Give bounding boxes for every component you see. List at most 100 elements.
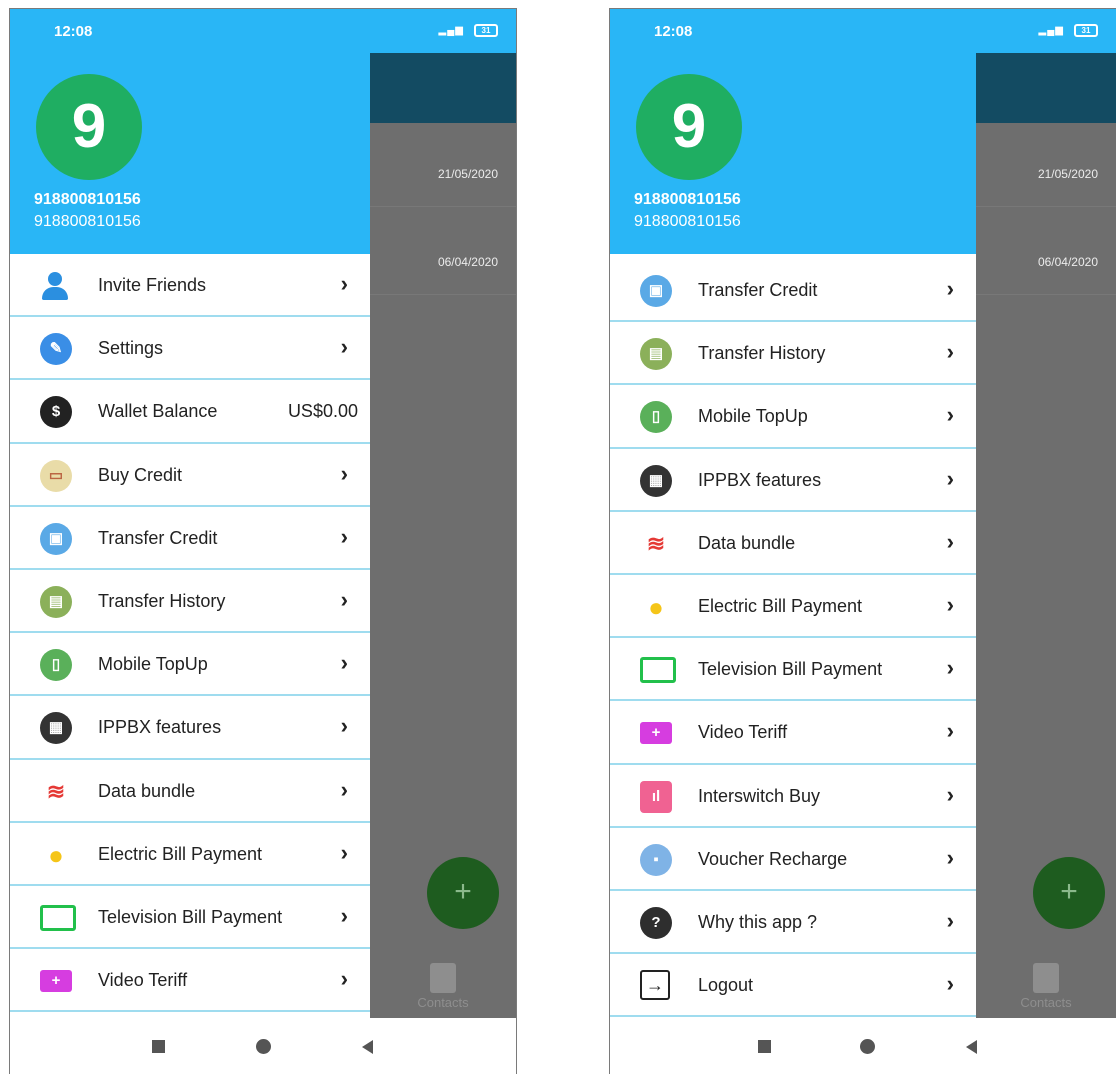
background-app: 21/05/2020 06/04/2020 + Contacts [976, 53, 1116, 1018]
chevron-right-icon: › [946, 718, 954, 744]
history-row[interactable]: 21/05/2020 [976, 123, 1116, 207]
app-toolbar [370, 53, 516, 123]
menu-item-ippbx-features[interactable]: ▦ IPPBX features › [10, 696, 370, 760]
menu-item-television-bill-payment[interactable]: Television Bill Payment › [10, 885, 370, 950]
menu-item-label: IPPBX features [98, 717, 222, 738]
signal-icon: ▂▄▆ [438, 25, 464, 36]
chevron-right-icon: › [340, 776, 348, 802]
chevron-right-icon: › [340, 586, 348, 612]
menu-item-data-bundle[interactable]: ≋ Data bundle › [610, 511, 976, 575]
menu-item-television-bill-payment[interactable]: Television Bill Payment › [610, 638, 976, 702]
menu-item-label: IPPBX features [698, 469, 822, 490]
menu-item-label: Logout [698, 975, 754, 996]
background-app: 21/05/2020 06/04/2020 + Contacts [370, 53, 516, 1018]
dollar-badge-icon: $ [40, 396, 72, 429]
mobile-topup-icon: ▯ [640, 401, 672, 434]
chevron-right-icon: › [340, 650, 348, 676]
chevron-right-icon: › [946, 339, 954, 365]
bar-chart-icon: ıl [640, 780, 672, 813]
menu-item-transfer-history[interactable]: ▤ Transfer History › [10, 569, 370, 634]
chevron-right-icon: › [340, 902, 348, 928]
back-button[interactable] [362, 1040, 373, 1054]
system-nav-bar [10, 1018, 516, 1074]
add-fab-button[interactable]: + [427, 857, 499, 929]
menu-item-label: Why this app ? [698, 911, 818, 932]
chevron-right-icon: › [340, 271, 348, 296]
chevron-right-icon: › [340, 523, 348, 549]
menu-item-label: Interswitch Buy [698, 785, 821, 806]
wifi-signal-icon: ≋ [646, 530, 666, 556]
question-icon: ? [640, 906, 672, 939]
add-user-icon [40, 270, 72, 302]
drawer-header: 9 918800810156 918800810156 [610, 53, 976, 254]
transfer-credit-icon: ▣ [640, 275, 672, 307]
contacts-icon [1033, 963, 1059, 993]
history-row[interactable]: 06/04/2020 [976, 211, 1116, 295]
credit-card-icon: ▭ [40, 459, 72, 492]
menu-item-label: Video Teriff [98, 970, 188, 991]
menu-item-label: Transfer History [698, 343, 826, 364]
contacts-tab[interactable]: Contacts [976, 963, 1116, 1010]
menu-item-label: Invite Friends [98, 275, 207, 295]
signal-icon: ▂▄▆ [1038, 25, 1064, 36]
menu-item-video-teriff[interactable]: + Video Teriff › [610, 701, 976, 765]
menu-item-wallet-balance[interactable]: $ Wallet Balance US$0.00 [10, 380, 370, 444]
menu-item-video-teriff[interactable]: + Video Teriff › [10, 949, 370, 1013]
app-toolbar [976, 53, 1116, 123]
battery-icon: 31 [1074, 24, 1098, 37]
menu-item-logout[interactable]: → Logout › [610, 954, 976, 1018]
menu-item-transfer-history[interactable]: ▤ Transfer History › [610, 322, 976, 386]
video-camera-icon: + [40, 970, 72, 993]
menu-item-interswitch-buy[interactable]: ıl Interswitch Buy › [610, 764, 976, 828]
menu-item-label: Data bundle [98, 780, 196, 801]
menu-item-label: Settings [98, 338, 164, 359]
phone-screen-right: 12:08 ▂▄▆ 31 21/05/2020 06/04/2020 + Con… [609, 8, 1116, 1074]
light-bulb-icon: ● [648, 591, 664, 622]
chevron-right-icon: › [946, 655, 954, 681]
recent-apps-button[interactable] [152, 1040, 165, 1053]
history-row[interactable]: 06/04/2020 [370, 211, 516, 295]
transfer-history-icon: ▤ [40, 585, 72, 618]
contacts-icon [430, 963, 456, 993]
menu-item-label: Transfer Credit [98, 527, 218, 548]
add-fab-button[interactable]: + [1033, 857, 1105, 929]
menu-item-data-bundle[interactable]: ≋ Data bundle › [10, 759, 370, 823]
menu-item-label: Buy Credit [98, 464, 183, 485]
drawer-menu: ▣ Transfer Credit › ▤ Transfer History ›… [610, 259, 976, 1018]
contacts-tab[interactable]: Contacts [370, 963, 516, 1010]
video-camera-icon: + [640, 722, 672, 745]
menu-item-transfer-credit[interactable]: ▣ Transfer Credit › [10, 506, 370, 570]
drawer-menu: Invite Friends › ✎ Settings › $ Wallet B… [10, 254, 370, 1013]
menu-item-electric-bill-payment[interactable]: ● Electric Bill Payment › [10, 822, 370, 886]
menu-item-ippbx-features[interactable]: ▦ IPPBX features › [610, 448, 976, 512]
menu-item-voucher-recharge[interactable]: ▪ Voucher Recharge › [610, 827, 976, 891]
menu-item-transfer-credit[interactable]: ▣ Transfer Credit › [610, 259, 976, 323]
menu-item-label: Television Bill Payment [698, 659, 883, 680]
menu-item-invite-friends[interactable]: Invite Friends › [10, 254, 370, 318]
avatar[interactable]: 9 [636, 74, 742, 180]
chevron-right-icon: › [946, 465, 954, 491]
keypad-icon: ▦ [640, 464, 672, 497]
menu-item-electric-bill-payment[interactable]: ● Electric Bill Payment › [610, 574, 976, 639]
home-button[interactable] [860, 1039, 875, 1054]
mobile-topup-icon: ▯ [40, 649, 72, 682]
television-icon [40, 904, 76, 931]
recent-apps-button[interactable] [758, 1040, 771, 1053]
transfer-credit-icon: ▣ [40, 522, 72, 555]
menu-item-why-this-app[interactable]: ? Why this app ? › [610, 890, 976, 955]
battery-icon: 31 [474, 24, 498, 37]
chevron-right-icon: › [946, 528, 954, 554]
menu-item-mobile-topup[interactable]: ▯ Mobile TopUp › [10, 633, 370, 697]
user-name: 918800810156 [634, 191, 741, 208]
menu-item-label: Transfer History [98, 590, 226, 611]
avatar[interactable]: 9 [36, 74, 142, 180]
menu-item-label: Mobile TopUp [698, 406, 808, 427]
chevron-right-icon: › [946, 971, 954, 997]
history-row[interactable]: 21/05/2020 [370, 123, 516, 207]
menu-item-mobile-topup[interactable]: ▯ Mobile TopUp › [610, 385, 976, 449]
menu-item-settings[interactable]: ✎ Settings › [10, 317, 370, 381]
menu-item-buy-credit[interactable]: ▭ Buy Credit › [10, 443, 370, 507]
back-button[interactable] [966, 1040, 977, 1054]
status-time: 12:08 [654, 23, 693, 40]
home-button[interactable] [256, 1039, 271, 1054]
